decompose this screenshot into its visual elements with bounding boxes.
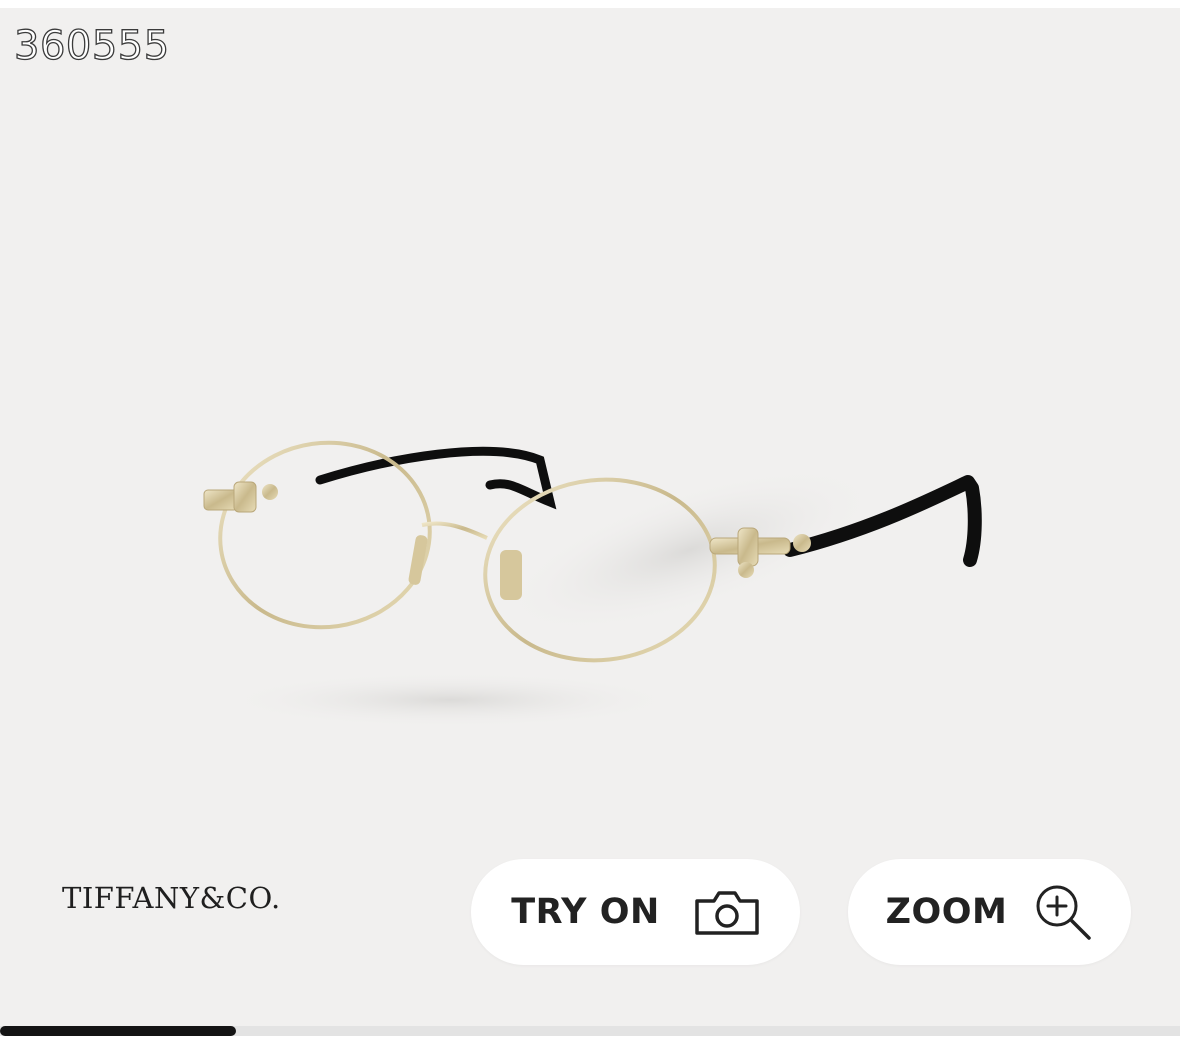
zoom-in-icon <box>1036 885 1092 940</box>
gallery-scrollbar-thumb[interactable] <box>0 1026 236 1036</box>
product-code-label: 360555 <box>13 22 170 69</box>
zoom-button[interactable]: ZOOM <box>848 859 1131 965</box>
eyeglasses-product-image[interactable] <box>190 430 990 740</box>
top-strip <box>0 0 1180 8</box>
try-on-button[interactable]: TRY ON <box>471 859 800 965</box>
brand-logo: TIFFANY&CO. <box>62 881 281 915</box>
try-on-label: TRY ON <box>511 892 660 932</box>
camera-icon <box>695 891 759 935</box>
gallery-scrollbar[interactable] <box>0 1026 1180 1036</box>
zoom-label: ZOOM <box>885 892 1008 932</box>
bottom-band <box>0 1036 1180 1042</box>
